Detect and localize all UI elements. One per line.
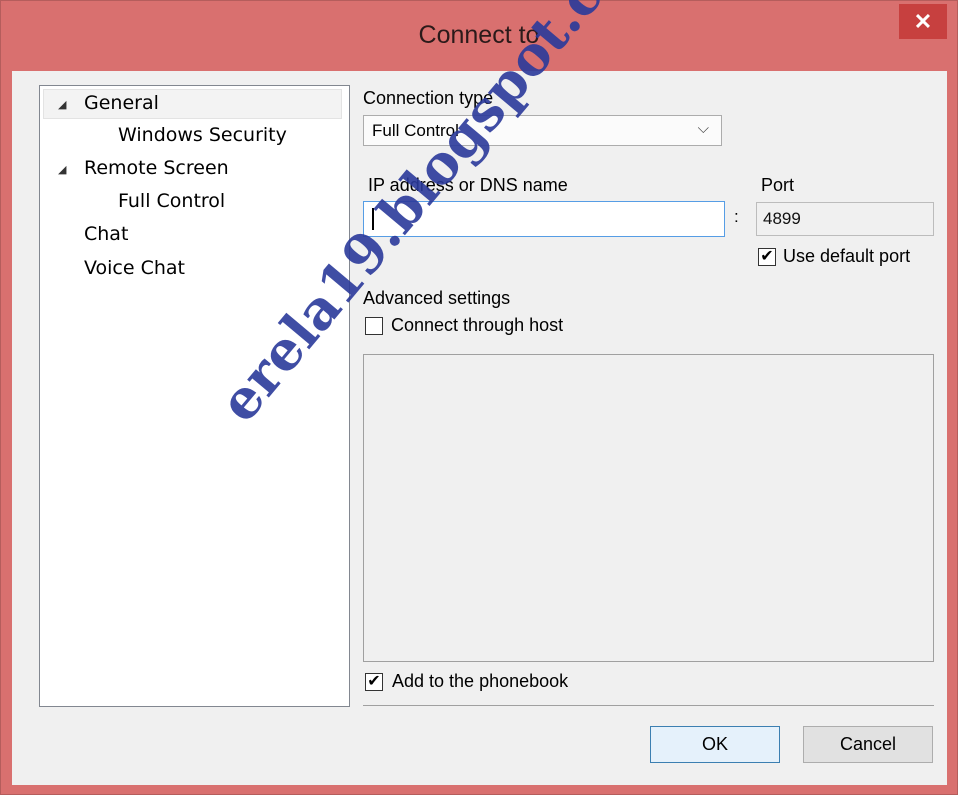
divider xyxy=(363,705,934,706)
use-default-port-checkbox[interactable]: ✔ xyxy=(758,248,776,266)
title-bar[interactable]: Connect to ✕ xyxy=(1,1,957,71)
connect-through-host-checkbox[interactable] xyxy=(365,317,383,335)
chevron-down-icon: ⌵ xyxy=(697,120,709,137)
tree-item-windows-security[interactable]: Windows Security xyxy=(118,124,287,146)
dialog-body: ◢ General Windows Security ◢ Remote Scre… xyxy=(12,71,947,785)
connect-dialog: Connect to ✕ ◢ General Windows Security … xyxy=(0,0,958,795)
add-to-phonebook-label[interactable]: Add to the phonebook xyxy=(392,671,568,692)
tree-item-label: Remote Screen xyxy=(84,157,229,179)
close-icon: ✕ xyxy=(913,8,933,34)
use-default-port-label[interactable]: Use default port xyxy=(783,246,910,267)
settings-tree: ◢ General Windows Security ◢ Remote Scre… xyxy=(39,85,350,707)
cancel-button[interactable]: Cancel xyxy=(803,726,933,763)
close-button[interactable]: ✕ xyxy=(899,4,947,39)
port-input[interactable]: 4899 xyxy=(756,202,934,236)
window-title: Connect to xyxy=(418,21,540,49)
ok-button[interactable]: OK xyxy=(650,726,780,763)
tree-item-full-control[interactable]: Full Control xyxy=(118,190,225,212)
port-separator: : xyxy=(734,207,739,226)
port-label: Port xyxy=(761,175,795,195)
expanded-arrow-icon[interactable]: ◢ xyxy=(58,163,66,176)
tree-item-remote-screen[interactable]: ◢ Remote Screen xyxy=(40,156,340,184)
add-to-phonebook-checkbox[interactable]: ✔ xyxy=(365,673,383,691)
tree-item-general[interactable]: ◢ General xyxy=(43,89,342,119)
tree-item-voice-chat[interactable]: Voice Chat xyxy=(84,257,185,279)
port-value: 4899 xyxy=(763,209,801,228)
connect-through-host-label[interactable]: Connect through host xyxy=(391,315,563,336)
tree-item-chat[interactable]: Chat xyxy=(84,223,128,245)
tree-item-label: General xyxy=(84,92,159,114)
advanced-settings-label: Advanced settings xyxy=(363,288,511,308)
expanded-arrow-icon[interactable]: ◢ xyxy=(58,98,66,111)
advanced-settings-panel xyxy=(363,354,934,662)
